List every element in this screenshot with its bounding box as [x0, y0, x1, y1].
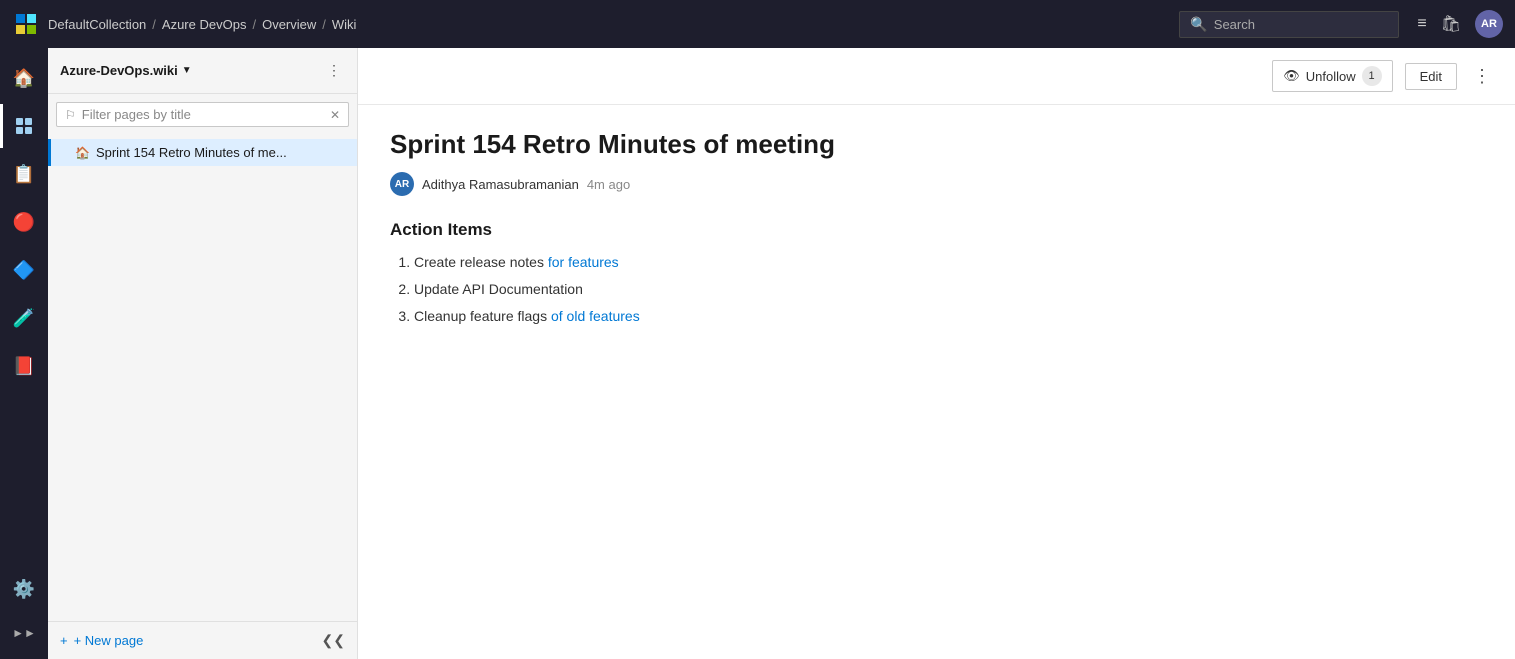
activity-pipelines[interactable]: 🔴 [0, 200, 48, 244]
filter-bar: ⚐ ✕ [56, 102, 349, 127]
top-navigation: DefaultCollection / Azure DevOps / Overv… [0, 0, 1515, 48]
plus-icon: + [60, 633, 68, 648]
search-input[interactable] [1214, 17, 1389, 32]
list-item: Create release notes for features [414, 252, 1483, 273]
chevron-left-icon: ❮❮ [322, 632, 345, 648]
activity-home[interactable]: 🏠 [0, 56, 48, 100]
home-small-icon: 🏠 [75, 146, 90, 160]
chevron-right-icon: ►► [12, 626, 36, 640]
sidebar-header: Azure-DevOps.wiki ▼ ⋮ [48, 48, 357, 94]
action-link-3[interactable]: of old features [551, 308, 640, 324]
breadcrumb-overview[interactable]: Overview [262, 17, 316, 32]
breadcrumb: DefaultCollection / Azure DevOps / Overv… [48, 17, 356, 32]
user-avatar[interactable]: AR [1475, 10, 1503, 38]
content-toolbar: 👁 Unfollow 1 Edit ⋮ [358, 48, 1515, 105]
follow-icon: 👁 [1283, 68, 1300, 84]
main-layout: 🏠 📋 🔴 🔷 🧪 📕 ⚙️ ►► [0, 48, 1515, 659]
breadcrumb-wiki[interactable]: Wiki [332, 17, 357, 32]
search-box[interactable]: 🔍 [1179, 11, 1399, 38]
sidebar-header-icons: ⋮ [323, 58, 345, 83]
author-name: Adithya Ramasubramanian [422, 177, 579, 192]
wiki-title[interactable]: Azure-DevOps.wiki ▼ [60, 63, 317, 78]
settings-icon: ⚙️ [13, 579, 35, 600]
activity-repos[interactable]: 📋 [0, 152, 48, 196]
home-icon: 🏠 [13, 68, 35, 89]
author-avatar: AR [390, 172, 414, 196]
sidebar-tree: 🏠 Sprint 154 Retro Minutes of me... [48, 135, 357, 621]
wiki-icon: 📕 [13, 356, 35, 377]
more-options-button[interactable]: ⋮ [1469, 62, 1495, 91]
artifacts-icon: 🔷 [13, 260, 35, 281]
list-item: Cleanup feature flags of old features [414, 306, 1483, 327]
pipelines-icon: 🔴 [13, 212, 35, 233]
follow-count: 1 [1362, 66, 1382, 86]
chevron-down-icon: ▼ [182, 65, 192, 76]
expand-btn[interactable]: ►► [0, 615, 48, 651]
sidebar-more-button[interactable]: ⋮ [323, 58, 345, 83]
activity-settings[interactable]: ⚙️ [0, 567, 48, 611]
basket-icon[interactable]: 🛍 [1441, 14, 1461, 34]
section-heading: Action Items [390, 220, 1483, 240]
search-icon: 🔍 [1190, 16, 1207, 33]
content-body: Sprint 154 Retro Minutes of meeting AR A… [358, 105, 1515, 659]
filter-icon: ⚐ [65, 108, 76, 122]
tree-item-sprint[interactable]: 🏠 Sprint 154 Retro Minutes of me... [48, 139, 357, 166]
page-meta: AR Adithya Ramasubramanian 4m ago [390, 172, 1483, 196]
boards-icon [14, 116, 34, 136]
breadcrumb-default-collection[interactable]: DefaultCollection [48, 17, 146, 32]
author-time: 4m ago [587, 177, 630, 192]
action-link-1[interactable]: for features [548, 254, 619, 270]
unfollow-button[interactable]: 👁 Unfollow 1 [1272, 60, 1392, 92]
filter-input[interactable] [82, 107, 324, 122]
activity-wiki[interactable]: 📕 [0, 344, 48, 388]
list-item: Update API Documentation [414, 279, 1483, 300]
activity-boards[interactable] [0, 104, 48, 148]
page-title: Sprint 154 Retro Minutes of meeting [390, 129, 1483, 160]
sidebar: Azure-DevOps.wiki ▼ ⋮ ⚐ ✕ 🏠 Sprint 154 R… [48, 48, 358, 659]
activity-bar: 🏠 📋 🔴 🔷 🧪 📕 ⚙️ ►► [0, 48, 48, 659]
breadcrumb-azure-devops[interactable]: Azure DevOps [162, 17, 247, 32]
action-list: Create release notes for features Update… [390, 252, 1483, 327]
repos-icon: 📋 [13, 164, 35, 185]
filter-clear-icon[interactable]: ✕ [330, 108, 340, 122]
activity-artifacts[interactable]: 🔷 [0, 248, 48, 292]
collapse-sidebar-button[interactable]: ❮❮ [322, 632, 345, 649]
sidebar-footer: + + New page ❮❮ [48, 621, 357, 659]
logo[interactable] [12, 10, 40, 38]
top-nav-icons: ≡ 🛍 AR [1417, 10, 1503, 38]
list-icon[interactable]: ≡ [1417, 15, 1426, 33]
activity-test[interactable]: 🧪 [0, 296, 48, 340]
test-icon: 🧪 [13, 308, 35, 329]
new-page-button[interactable]: + + New page [60, 633, 143, 648]
content-area: 👁 Unfollow 1 Edit ⋮ Sprint 154 Retro Min… [358, 48, 1515, 659]
edit-button[interactable]: Edit [1405, 63, 1457, 90]
